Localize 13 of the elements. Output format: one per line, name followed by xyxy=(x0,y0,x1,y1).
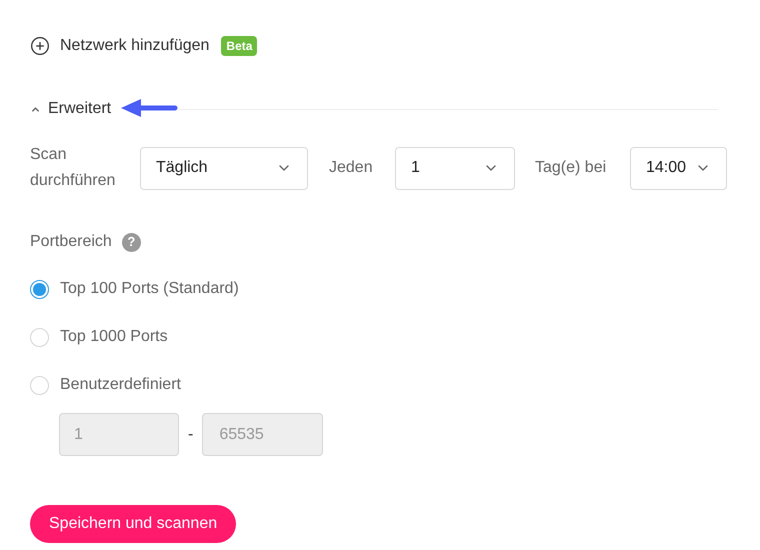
beta-badge: Beta xyxy=(221,36,258,56)
advanced-toggle[interactable]: Erweitert xyxy=(30,97,112,121)
every-label: Jeden xyxy=(329,158,374,178)
scan-label: Scan durchführen xyxy=(30,145,116,191)
range-separator: - xyxy=(188,424,194,444)
frequency-select[interactable]: Täglich xyxy=(140,146,308,190)
interval-select[interactable]: 1 xyxy=(395,146,515,190)
plus-circle-icon xyxy=(30,36,50,56)
unit-label: Tag(e) bei xyxy=(535,158,608,178)
port-range-label: Portbereich xyxy=(30,232,112,252)
time-select[interactable]: 14:00 xyxy=(630,146,727,190)
save-and-scan-button[interactable]: Speichern und scannen xyxy=(30,505,236,543)
add-network-button[interactable]: Netzwerk hinzufügen xyxy=(30,34,210,58)
